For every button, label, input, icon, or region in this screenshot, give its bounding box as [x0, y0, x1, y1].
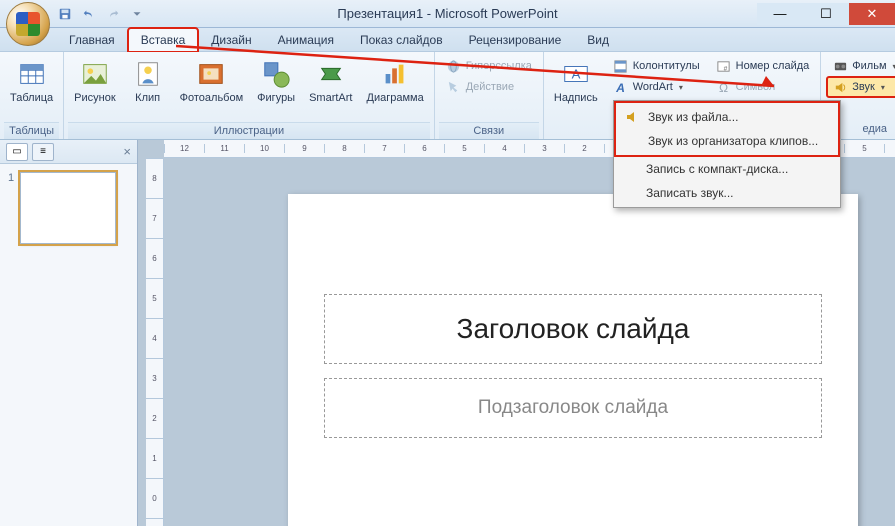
slide-panel: ▭ ≡ × 1 — [0, 140, 138, 526]
action-icon — [446, 79, 462, 95]
sound-record[interactable]: Записать звук... — [616, 181, 838, 205]
table-icon — [16, 58, 48, 90]
group-illustrations-label: Иллюстрации — [68, 122, 430, 139]
textbox-button[interactable]: AНадпись — [548, 54, 604, 108]
wordart-icon: A — [613, 79, 629, 95]
smartart-icon — [315, 58, 347, 90]
title-placeholder[interactable]: Заголовок слайда — [324, 294, 822, 364]
chart-button[interactable]: Диаграмма — [361, 54, 430, 108]
tab-review[interactable]: Рецензирование — [456, 28, 575, 51]
photoalbum-button[interactable]: Фотоальбом — [174, 54, 250, 108]
picture-icon — [79, 58, 111, 90]
slidenum-icon: # — [716, 58, 732, 74]
shapes-button[interactable]: Фигуры — [251, 54, 301, 108]
movie-button[interactable]: Фильм▾ — [827, 56, 895, 76]
hyperlink-icon — [446, 58, 462, 74]
sound-button[interactable]: Звук▾ — [827, 77, 895, 97]
shapes-icon — [260, 58, 292, 90]
symbol-button: ΩСимвол — [711, 77, 815, 97]
tab-animation[interactable]: Анимация — [265, 28, 347, 51]
tab-view[interactable]: Вид — [574, 28, 622, 51]
picture-button[interactable]: Рисунок — [68, 54, 122, 108]
slide-thumbnail-1[interactable] — [20, 172, 116, 244]
group-media-label: едиа — [856, 121, 893, 137]
headerfooter-icon — [613, 58, 629, 74]
hyperlink-button: Гиперссылка — [441, 56, 537, 76]
quick-access-toolbar — [56, 5, 146, 23]
svg-text:Ω: Ω — [719, 81, 728, 95]
tab-slideshow[interactable]: Показ слайдов — [347, 28, 456, 51]
sound-from-cd[interactable]: Запись с компакт-диска... — [616, 157, 838, 181]
photoalbum-icon — [195, 58, 227, 90]
maximize-button[interactable]: ☐ — [803, 3, 849, 25]
movie-icon — [832, 58, 848, 74]
close-button[interactable]: ✕ — [849, 3, 895, 25]
tab-home[interactable]: Главная — [56, 28, 128, 51]
symbol-icon: Ω — [716, 79, 732, 95]
office-button[interactable] — [6, 2, 50, 46]
clip-button[interactable]: Клип — [124, 54, 172, 108]
title-bar: Презентация1 - Microsoft PowerPoint — ☐ … — [0, 0, 895, 28]
slides-tab[interactable]: ▭ — [6, 143, 28, 161]
chart-icon — [379, 58, 411, 90]
redo-icon[interactable] — [104, 5, 122, 23]
clip-icon — [132, 58, 164, 90]
svg-text:A: A — [571, 67, 580, 82]
slide-number: 1 — [8, 172, 14, 244]
undo-icon[interactable] — [80, 5, 98, 23]
sound-from-file[interactable]: Звук из файла... — [618, 105, 836, 129]
slidenum-button[interactable]: #Номер слайда — [711, 56, 815, 76]
qat-dropdown-icon[interactable] — [128, 5, 146, 23]
subtitle-placeholder[interactable]: Подзаголовок слайда — [324, 378, 822, 438]
textbox-icon: A — [560, 58, 592, 90]
slide[interactable]: Заголовок слайда Подзаголовок слайда — [288, 194, 858, 526]
svg-text:A: A — [615, 81, 625, 95]
smartart-button[interactable]: SmartArt — [303, 54, 358, 108]
tab-insert[interactable]: Вставка — [128, 28, 199, 52]
outline-tab[interactable]: ≡ — [32, 143, 54, 161]
table-button[interactable]: Таблица — [4, 54, 59, 108]
sound-file-icon — [624, 109, 640, 125]
save-icon[interactable] — [56, 5, 74, 23]
headerfooter-button[interactable]: Колонтитулы — [608, 56, 705, 76]
group-tables-label: Таблицы — [4, 122, 59, 139]
action-button: Действие — [441, 77, 537, 97]
minimize-button[interactable]: — — [757, 3, 803, 25]
svg-text:#: # — [724, 65, 728, 72]
sound-from-organizer[interactable]: Звук из организатора клипов... — [618, 129, 836, 153]
panel-close-icon[interactable]: × — [123, 144, 131, 159]
vertical-ruler: 8765432101 — [146, 158, 164, 526]
sound-dropdown-menu: Звук из файла... Звук из организатора кл… — [613, 100, 841, 208]
wordart-button[interactable]: AWordArt▾ — [608, 77, 705, 97]
sound-icon — [832, 79, 848, 95]
tab-design[interactable]: Дизайн — [198, 28, 264, 51]
group-links-label: Связи — [439, 122, 539, 139]
ribbon-tabs: Главная Вставка Дизайн Анимация Показ сл… — [0, 28, 895, 52]
